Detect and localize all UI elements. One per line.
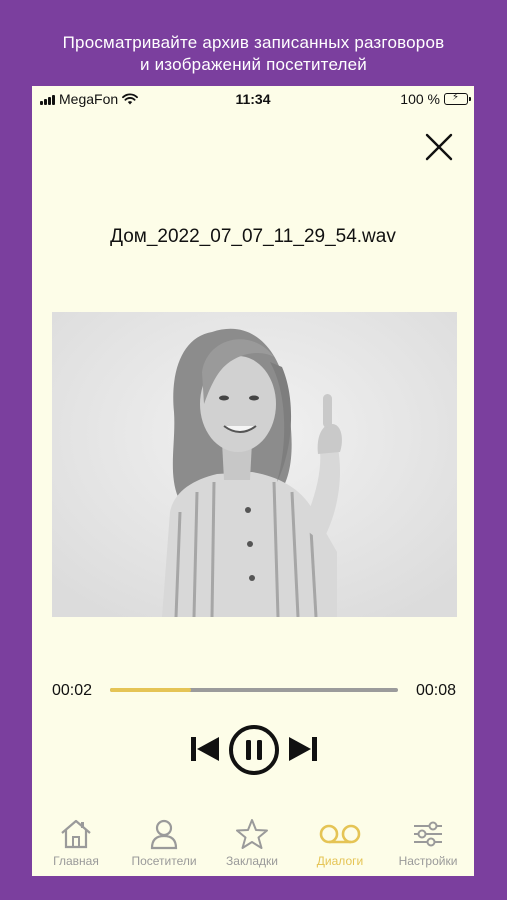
- close-button[interactable]: [422, 130, 456, 164]
- tab-settings[interactable]: Настройки: [384, 818, 472, 868]
- pause-icon: [229, 725, 279, 775]
- progress-slider[interactable]: [110, 688, 398, 692]
- promo-caption: Просматривайте архив записанных разговор…: [0, 32, 507, 76]
- pause-button[interactable]: [228, 724, 280, 776]
- tab-home-label: Главная: [53, 854, 99, 868]
- total-time: 00:08: [415, 682, 456, 699]
- battery-percent: 100 %: [400, 91, 440, 107]
- sliders-icon: [414, 821, 442, 847]
- battery-icon: ⚡: [444, 92, 471, 105]
- next-track-button[interactable]: [288, 736, 318, 762]
- skip-forward-icon: [289, 737, 311, 761]
- previous-track-button[interactable]: [190, 736, 220, 762]
- visitor-photo: [52, 312, 457, 617]
- tab-visitors-label: Посетители: [131, 854, 197, 868]
- promo-line-1: Просматривайте архив записанных разговор…: [62, 33, 445, 52]
- voicemail-icon: [319, 824, 361, 844]
- home-icon: [61, 819, 91, 849]
- tab-dialogs-label: Диалоги: [316, 854, 364, 868]
- tab-bookmarks[interactable]: Закладки: [208, 818, 296, 868]
- tab-dialogs[interactable]: Диалоги: [296, 818, 384, 868]
- progress-fill: [110, 688, 191, 692]
- promo-line-2: и изображений посетителей: [139, 55, 368, 74]
- tab-visitors[interactable]: Посетители: [120, 818, 208, 868]
- phone-screen: MegaFon 11:34 100 % ⚡ Дом_2022_07_07_11_…: [32, 86, 474, 876]
- tab-settings-label: Настройки: [398, 854, 458, 868]
- star-icon: [236, 819, 268, 849]
- skip-back-icon: [191, 737, 196, 761]
- player-controls: [32, 722, 474, 778]
- person-icon: [150, 819, 178, 850]
- tab-bar: Главная Посетители Закладки Диалоги Наст…: [32, 812, 474, 876]
- tab-home[interactable]: Главная: [32, 818, 120, 868]
- tab-bookmarks-label: Закладки: [226, 854, 278, 868]
- visitor-photo-image: [52, 312, 457, 617]
- status-bar: MegaFon 11:34 100 % ⚡: [32, 86, 474, 112]
- recording-filename: Дом_2022_07_07_11_29_54.wav: [110, 226, 396, 247]
- current-time: 00:02: [52, 682, 93, 699]
